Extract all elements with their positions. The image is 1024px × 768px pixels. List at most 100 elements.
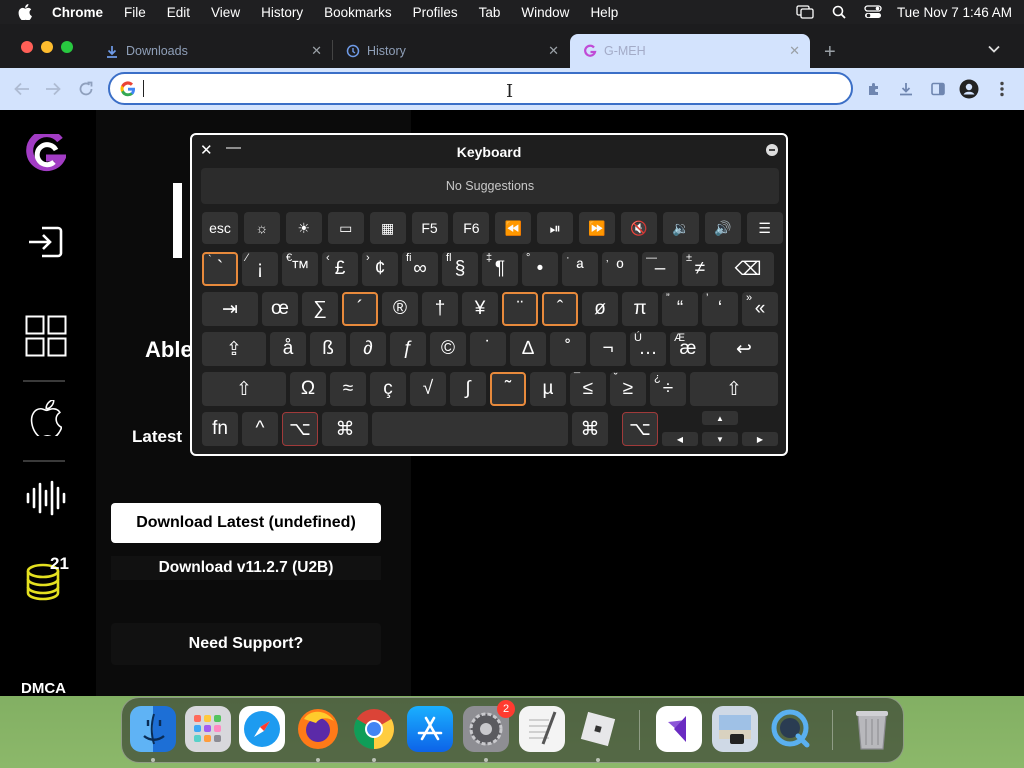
new-tab-button[interactable]: + (824, 41, 836, 64)
letter-key[interactable]: ´ (342, 292, 378, 326)
apple-logo-icon[interactable] (24, 396, 68, 440)
menu-tab[interactable]: Tab (479, 5, 501, 20)
function-key[interactable]: esc (202, 212, 238, 244)
extensions-puzzle-icon[interactable] (864, 79, 884, 99)
option-key[interactable]: ⌥ (282, 412, 318, 446)
profile-avatar-icon[interactable] (959, 79, 979, 99)
function-key[interactable]: 🔉 (662, 212, 699, 244)
preview-icon[interactable] (712, 706, 758, 752)
letter-key[interactable]: … Ú (630, 332, 666, 366)
option-key[interactable]: ⌥ (622, 412, 658, 446)
number-row-key[interactable]: º ‚ (602, 252, 638, 286)
screen-mirroring-icon[interactable] (795, 4, 815, 20)
function-key[interactable]: ⏯ (537, 212, 574, 244)
coin-stack-icon[interactable]: 21 (24, 554, 69, 602)
visual-studio-icon[interactable] (656, 706, 702, 752)
tab-key[interactable]: ⇥ (202, 292, 258, 326)
spotlight-search-icon[interactable] (829, 4, 849, 20)
number-row-key[interactable]: ¡ ⁄ (242, 252, 278, 286)
function-key[interactable]: ☰ (746, 212, 783, 244)
letter-key[interactable]: © (430, 332, 466, 366)
address-input[interactable] (146, 77, 836, 101)
number-row-key[interactable]: • ° (522, 252, 558, 286)
arrow-down-key[interactable]: ▼ (702, 432, 738, 446)
zoom-window-button[interactable] (61, 41, 73, 53)
menu-app-name[interactable]: Chrome (52, 5, 103, 20)
function-key[interactable]: ⏪ (495, 212, 532, 244)
number-row-key[interactable]: – — (642, 252, 678, 286)
letter-key[interactable]: ß (310, 332, 346, 366)
finder-icon[interactable] (130, 706, 176, 752)
minimize-window-button[interactable] (41, 41, 53, 53)
back-arrow-icon[interactable] (12, 79, 32, 99)
return-key[interactable]: ↩ (710, 332, 778, 366)
number-row-key[interactable]: ∞ ﬁ (402, 252, 438, 286)
safari-icon[interactable] (239, 706, 285, 752)
space-bar[interactable] (372, 412, 568, 446)
letter-key[interactable]: ˜ (490, 372, 526, 406)
tab-g-meh[interactable]: G-MEH ✕ (570, 34, 810, 68)
function-key[interactable]: ☼ (243, 212, 280, 244)
tab-close-icon[interactable]: ✕ (548, 43, 559, 59)
letter-key[interactable]: ≤ ¯ (570, 372, 606, 406)
control-center-icon[interactable] (863, 4, 883, 20)
arrow-right-key[interactable]: ▶ (742, 432, 778, 446)
letter-key[interactable]: ® (382, 292, 418, 326)
downloads-toolbar-icon[interactable] (896, 79, 916, 99)
menu-file[interactable]: File (124, 5, 146, 20)
letter-key[interactable]: ¨ (502, 292, 538, 326)
function-key[interactable]: ▭ (327, 212, 364, 244)
function-key[interactable]: 🔊 (704, 212, 741, 244)
chrome-icon[interactable] (351, 706, 397, 752)
function-key[interactable]: ▦ (369, 212, 406, 244)
letter-key[interactable]: ÷ ¿ (650, 372, 686, 406)
letter-key[interactable]: ˚ (550, 332, 586, 366)
letter-key[interactable]: π (622, 292, 658, 326)
number-row-key[interactable]: ¢ › (362, 252, 398, 286)
letter-key[interactable]: Ω (290, 372, 326, 406)
menu-history[interactable]: History (261, 5, 303, 20)
letter-key[interactable]: ≥ ˘ (610, 372, 646, 406)
number-row-key[interactable]: ¶ ‡ (482, 252, 518, 286)
launchpad-icon[interactable] (185, 706, 231, 752)
letter-key[interactable]: √ (410, 372, 446, 406)
letter-key[interactable]: å (270, 332, 306, 366)
letter-key[interactable]: ƒ (390, 332, 426, 366)
tab-close-icon[interactable]: ✕ (311, 43, 322, 59)
letter-key[interactable]: æÆ (670, 332, 706, 366)
number-row-key[interactable]: £ ‹ (322, 252, 358, 286)
number-row-key[interactable]: § ﬂ (442, 252, 478, 286)
menu-help[interactable]: Help (590, 5, 618, 20)
download-latest-button[interactable]: Download Latest (undefined) (111, 503, 381, 543)
firefox-icon[interactable] (295, 706, 341, 752)
caps-lock-key[interactable]: ⇪ (202, 332, 266, 366)
dmca-link[interactable]: DMCA (21, 680, 66, 696)
function-key[interactable]: ☀ (285, 212, 322, 244)
more-menu-icon[interactable] (992, 79, 1012, 99)
number-row-key[interactable]: ` ` (202, 252, 238, 286)
quicktime-icon[interactable] (768, 706, 814, 752)
number-row-key[interactable]: ª · (562, 252, 598, 286)
letter-key[interactable]: ¬ (590, 332, 626, 366)
letter-key[interactable]: † (422, 292, 458, 326)
system-settings-icon[interactable]: 2 (463, 700, 515, 752)
shift-key[interactable]: ⇧ (202, 372, 286, 406)
function-key[interactable]: F6 (453, 212, 490, 244)
textedit-icon[interactable] (519, 706, 565, 752)
letter-key[interactable]: œ (262, 292, 298, 326)
letter-key[interactable]: ≈ (330, 372, 366, 406)
letter-key[interactable]: ç (370, 372, 406, 406)
arrow-up-key[interactable]: ▲ (702, 411, 738, 425)
menu-bookmarks[interactable]: Bookmarks (324, 5, 392, 20)
menu-edit[interactable]: Edit (167, 5, 190, 20)
apple-menu-icon[interactable] (18, 0, 38, 24)
menu-clock[interactable]: Tue Nov 7 1:46 AM (897, 5, 1012, 20)
login-icon[interactable] (24, 220, 68, 264)
menu-profiles[interactable]: Profiles (413, 5, 458, 20)
dashboard-grid-icon[interactable] (24, 314, 68, 358)
delete-key[interactable]: ⌫ (722, 252, 774, 286)
letter-key[interactable]: “” (662, 292, 698, 326)
letter-key[interactable]: ∆ (510, 332, 546, 366)
shift-key[interactable]: ⇧ (690, 372, 778, 406)
reload-icon[interactable] (76, 79, 96, 99)
